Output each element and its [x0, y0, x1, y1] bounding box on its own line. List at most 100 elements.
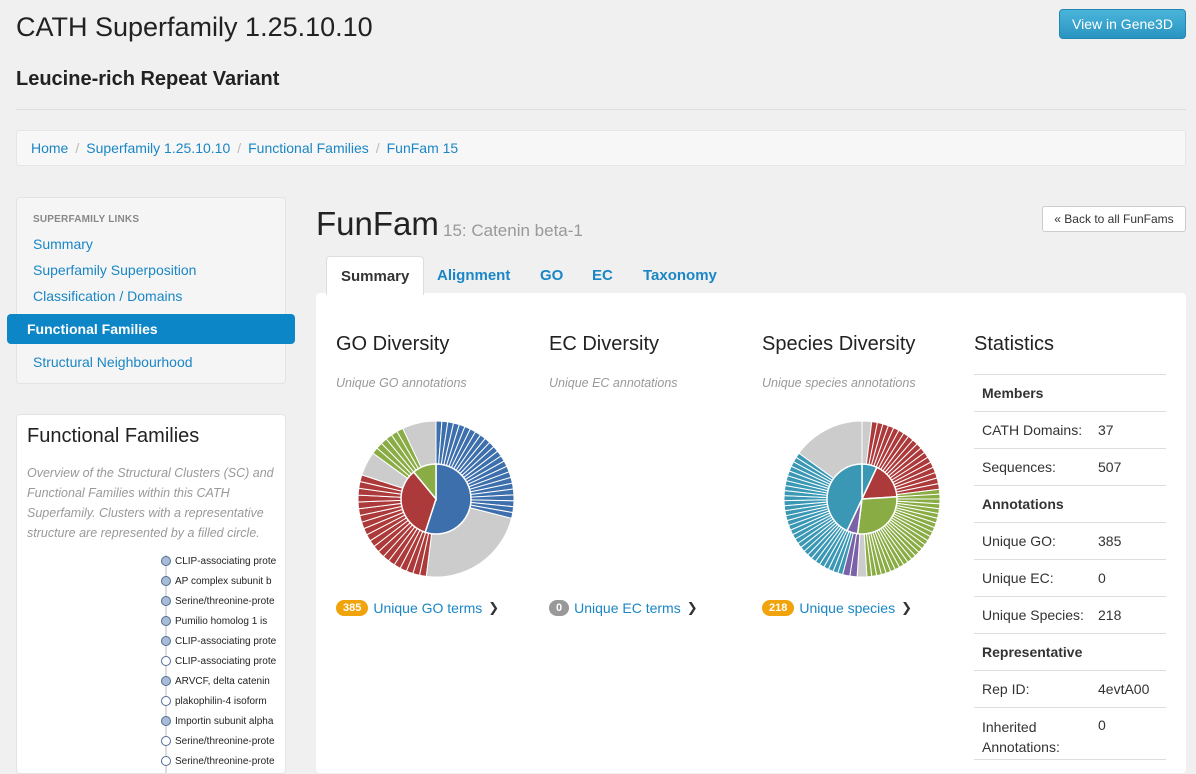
ec-count-badge: 0 [549, 600, 570, 616]
stat-label: Annotations [982, 496, 1064, 512]
ec-diversity-title: EC Diversity [549, 333, 660, 355]
stat-value: 0 [1098, 717, 1106, 733]
stat-row: Rep ID: 4evtA00 [974, 671, 1166, 708]
breadcrumb-superfamily[interactable]: Superfamily 1.25.10.10 [86, 140, 230, 156]
tab-ec[interactable]: EC [592, 256, 613, 294]
chevron-right-icon[interactable]: ❯ [901, 600, 912, 616]
tree-item[interactable]: CLIP-associating prote [161, 653, 279, 669]
open-circle-icon [161, 736, 171, 746]
tree-item[interactable]: Serine/threonine-prote [161, 593, 279, 609]
filled-circle-icon [161, 636, 171, 646]
panel-description: Overview of the Structural Clusters (SC)… [27, 466, 274, 540]
tree-item[interactable]: Pumilio homolog 1 is [161, 613, 279, 629]
tree-item-label: CLIP-associating prote [175, 655, 277, 667]
stat-value: 0 [1098, 570, 1106, 586]
tab-summary[interactable]: Summary [326, 256, 425, 295]
tree-item-label: CLIP-associating prote [175, 635, 277, 647]
stat-value: 507 [1098, 459, 1122, 475]
filled-circle-icon [161, 596, 171, 606]
tree-item[interactable]: plakophilin-4 isoform [161, 693, 279, 709]
page-title: CATH Superfamily 1.25.10.10 [16, 12, 373, 42]
chevron-right-icon[interactable]: ❯ [687, 600, 698, 616]
stat-value: 4evtA00 [1098, 681, 1150, 697]
tab-taxonomy[interactable]: Taxonomy [643, 256, 717, 294]
tree-item[interactable]: CLIP-associating prote [161, 553, 279, 569]
tree-item-label: Pumilio homolog 1 is [175, 615, 268, 627]
breadcrumb-home[interactable]: Home [31, 140, 68, 156]
sidebar-item-summary[interactable]: Summary [33, 236, 93, 252]
statistics-title: Statistics [974, 333, 1055, 355]
go-diversity-title: GO Diversity [336, 333, 450, 355]
stat-label: Sequences: [982, 459, 1056, 475]
filled-circle-icon [161, 716, 171, 726]
tab-go[interactable]: GO [540, 256, 563, 294]
stat-label: Unique GO: [982, 533, 1056, 549]
funfam-title: FunFam [316, 205, 439, 242]
sidebar-item-superposition[interactable]: Superfamily Superposition [33, 262, 196, 278]
tree-item-label: Serine/threonine-prote [175, 735, 275, 747]
view-in-gene3d-button[interactable]: View in Gene3D [1059, 9, 1186, 39]
tree-item-label: AP complex subunit b [175, 575, 272, 587]
filled-circle-icon [161, 556, 171, 566]
unique-go-terms-link[interactable]: Unique GO terms [373, 600, 482, 616]
ec-terms-link-row: 0 Unique EC terms ❯ [549, 600, 698, 616]
stat-row: Sequences: 507 [974, 449, 1166, 486]
tree-item[interactable]: Serine/threonine-prote [161, 733, 279, 749]
breadcrumb: Home / Superfamily 1.25.10.10 / Function… [16, 130, 1186, 166]
stat-label: Members [982, 385, 1044, 401]
go-sunburst-chart[interactable] [357, 420, 515, 578]
breadcrumb-separator: / [75, 140, 80, 156]
page-subtitle: Leucine-rich Repeat Variant [16, 68, 280, 90]
filled-circle-icon [161, 676, 171, 686]
sidebar-item-classification[interactable]: Classification / Domains [33, 288, 182, 304]
tree-item[interactable]: Importin subunit alpha [161, 713, 279, 729]
species-sunburst-chart[interactable] [783, 420, 941, 578]
statistics-table: Members CATH Domains: 37 Sequences: 507 Annot… [974, 374, 1166, 760]
functional-families-panel: Functional Families Overview of the Stru… [16, 414, 286, 774]
filled-circle-icon [161, 616, 171, 626]
breadcrumb-functional-families[interactable]: Functional Families [248, 140, 369, 156]
back-to-funfams-button[interactable]: « Back to all FunFams [1042, 206, 1186, 232]
go-count-badge: 385 [336, 600, 369, 616]
tree-item-label: plakophilin-4 isoform [175, 695, 267, 707]
stat-label: Representative [982, 644, 1083, 660]
unique-species-link[interactable]: Unique species [799, 600, 895, 616]
sidebar-item-functional-families[interactable]: Functional Families [7, 314, 295, 344]
tree-item[interactable]: ARVCF, delta catenin [161, 673, 279, 689]
tree-item[interactable]: CLIP-associating prote [161, 633, 279, 649]
stat-row: CATH Domains: 37 [974, 412, 1166, 449]
ec-diversity-subtitle: Unique EC annotations [549, 376, 678, 390]
tree-item-label: Importin subunit alpha [175, 715, 274, 727]
stat-row: Unique EC: 0 [974, 560, 1166, 597]
species-count-badge: 218 [762, 600, 795, 616]
stat-label: Rep ID: [982, 681, 1030, 697]
stat-row: Inherited Annotations: 0 [974, 708, 1166, 760]
superfamily-links-panel: SUPERFAMILY LINKS Summary Superfamily Su… [16, 197, 286, 384]
open-circle-icon [161, 656, 171, 666]
stat-section-header: Representative [974, 634, 1166, 671]
go-diversity-subtitle: Unique GO annotations [336, 376, 467, 390]
stat-label: Inherited Annotations: [982, 719, 1060, 755]
tree-item-label: CLIP-associating prote [175, 555, 277, 567]
stat-section-header: Annotations [974, 486, 1166, 523]
stat-value: 37 [1098, 422, 1114, 438]
stat-row: Unique Species: 218 [974, 597, 1166, 634]
stat-label: Unique EC: [982, 570, 1054, 586]
panel-title: Functional Families [27, 425, 200, 447]
tree-item-label: ARVCF, delta catenin [175, 675, 270, 687]
unique-ec-terms-link[interactable]: Unique EC terms [574, 600, 681, 616]
chevron-right-icon[interactable]: ❯ [488, 600, 499, 616]
stat-value: 218 [1098, 607, 1122, 623]
tree-item[interactable]: Serine/threonine-prote [161, 753, 279, 769]
sidebar-item-structural-neighbourhood[interactable]: Structural Neighbourhood [33, 354, 193, 370]
breadcrumb-funfam[interactable]: FunFam 15 [387, 140, 459, 156]
species-diversity-title: Species Diversity [762, 333, 916, 355]
funfam-subtitle: 15: Catenin beta-1 [443, 221, 583, 240]
stat-section-header: Members [974, 375, 1166, 412]
species-diversity-subtitle: Unique species annotations [762, 376, 916, 390]
filled-circle-icon [161, 576, 171, 586]
go-terms-link-row: 385 Unique GO terms ❯ [336, 600, 499, 616]
breadcrumb-separator: / [375, 140, 380, 156]
tab-alignment[interactable]: Alignment [437, 256, 510, 294]
tree-item[interactable]: AP complex subunit b [161, 573, 279, 589]
